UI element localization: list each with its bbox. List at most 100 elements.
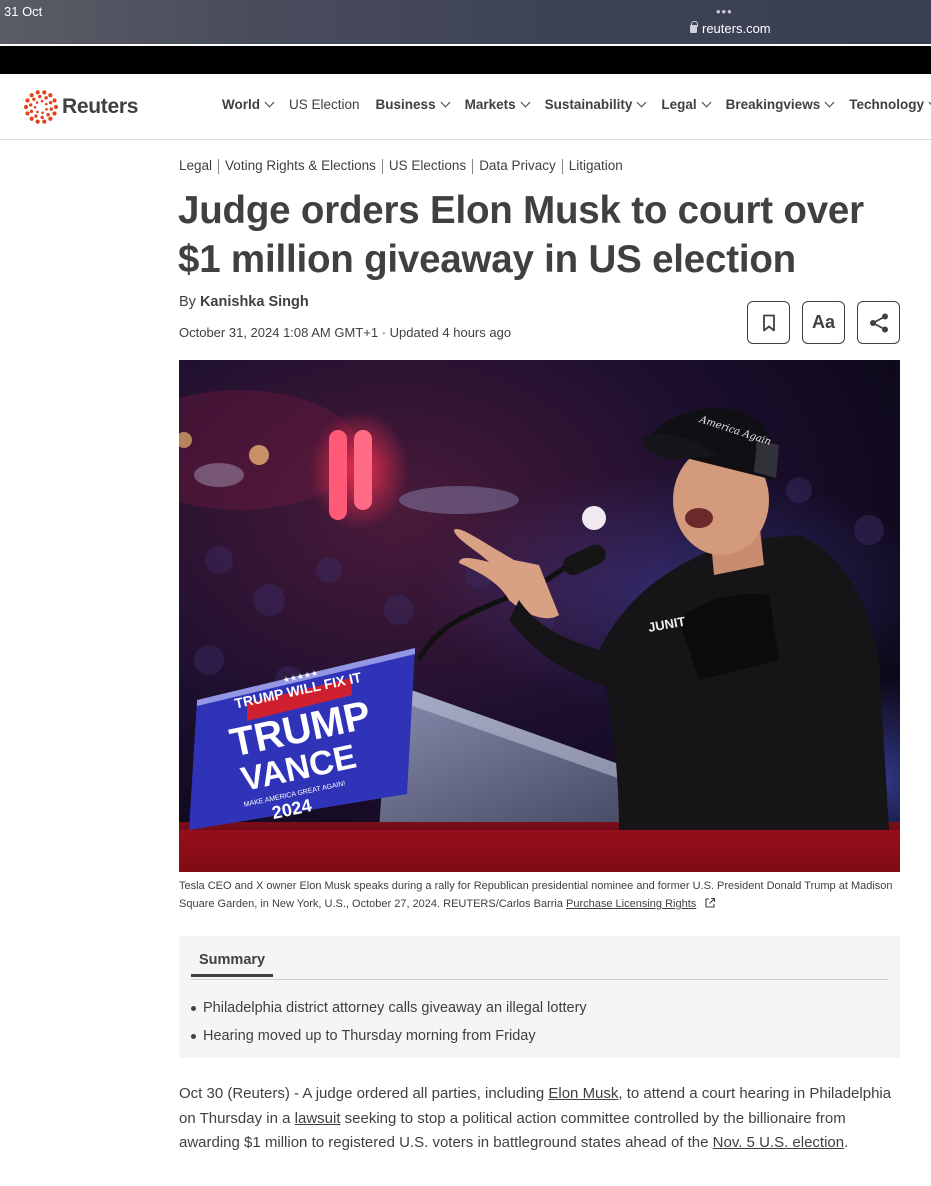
nav-item-business[interactable]: Business xyxy=(375,97,451,112)
logo-dot xyxy=(35,101,39,104)
byline-prefix: By xyxy=(179,294,200,310)
nav-item-label: World xyxy=(222,97,260,112)
nav-item-label: Markets xyxy=(464,97,516,112)
logo-dot xyxy=(48,100,53,105)
lock-icon xyxy=(690,21,698,33)
elon-musk-link[interactable]: Elon Musk xyxy=(548,1085,618,1102)
tab-overview-dots[interactable]: ••• xyxy=(716,4,733,19)
breadcrumb-separator xyxy=(218,159,220,174)
nav-item-us-election[interactable]: US Election xyxy=(289,97,360,112)
page-title: Judge orders Elon Musk to court over $1 … xyxy=(178,189,864,281)
logo-dot xyxy=(44,96,48,100)
chevron-down-icon xyxy=(701,97,712,108)
chevron-down-icon xyxy=(264,97,275,108)
summary-bullet-text: Philadelphia district attorney calls giv… xyxy=(203,1000,587,1016)
logo-dot xyxy=(38,94,42,99)
logo-dot xyxy=(42,90,47,95)
nav-item-sustainability[interactable]: Sustainability xyxy=(544,97,647,112)
address-url: reuters.com xyxy=(702,21,771,36)
breadcrumb-separator xyxy=(472,159,474,174)
logo-dot xyxy=(46,113,50,117)
breadcrumb-link[interactable]: Litigation xyxy=(569,158,628,174)
musk-rally-photo: TRUMP WILL FIX IT ★★★★★ TRUMP VANCE MAKE… xyxy=(179,360,900,872)
nav-item-label: Sustainability xyxy=(544,97,633,112)
author-link[interactable]: Kanishka Singh xyxy=(200,294,309,310)
summary-bullet-text: Hearing moved up to Thursday morning fro… xyxy=(203,1028,536,1044)
reuters-logo-icon xyxy=(24,90,58,124)
lawsuit-link[interactable]: lawsuit xyxy=(295,1110,341,1127)
nav-item-breakingviews[interactable]: Breakingviews xyxy=(725,97,835,112)
main-nav: World US Election Business Markets Sustainab… xyxy=(222,97,931,112)
summary-list: Philadelphia district attorney calls giv… xyxy=(191,994,587,1050)
logo-dot xyxy=(52,111,57,116)
publish-date: October 31, 2024 1:08 AM GMT+1 · Updated… xyxy=(179,325,512,340)
nav-item-label: Breakingviews xyxy=(725,97,821,112)
site-header: Reuters World US Election Business Markets S… xyxy=(0,74,931,140)
logo-dot xyxy=(40,99,44,103)
breadcrumb-separator xyxy=(561,159,563,174)
share-icon xyxy=(869,313,888,332)
nav-item-label: Legal xyxy=(661,97,697,112)
bookmark-icon xyxy=(762,314,775,331)
logo-dot xyxy=(35,119,40,124)
logo-dot xyxy=(35,90,40,95)
nav-item-world[interactable]: World xyxy=(222,97,275,112)
logo-dot xyxy=(40,115,44,120)
logo-dot xyxy=(25,111,30,116)
caption-text: Tesla CEO and X owner Elon Musk speaks d… xyxy=(179,880,893,910)
summary-box: Summary Philadelphia district attorney c… xyxy=(179,936,900,1058)
logo-dot xyxy=(44,102,48,106)
status-date: 31 Oct xyxy=(4,4,43,19)
breadcrumb: Legal Voting Rights & Elections US Electio… xyxy=(179,158,628,174)
nav-item-label: Business xyxy=(375,97,436,112)
bullet-dot xyxy=(191,1005,196,1011)
top-black-bar xyxy=(0,46,931,74)
logo-wordmark: Reuters xyxy=(62,95,139,118)
summary-bullet: Philadelphia district attorney calls giv… xyxy=(191,994,587,1022)
logo-dot xyxy=(41,111,44,115)
logo-dot xyxy=(25,98,30,103)
logo-dot xyxy=(33,105,37,109)
nav-item-label: Technology xyxy=(849,97,924,112)
photo-caption: Tesla CEO and X owner Elon Musk speaks d… xyxy=(179,878,899,913)
summary-divider xyxy=(191,979,888,980)
nav-item-label: US Election xyxy=(289,97,360,112)
logo-dot xyxy=(48,116,53,121)
external-link-icon xyxy=(705,897,716,908)
chevron-down-icon xyxy=(824,97,835,108)
logo-dot xyxy=(52,98,57,103)
address-bar[interactable]: reuters.com xyxy=(690,21,771,36)
breadcrumb-link[interactable]: Data Privacy xyxy=(479,158,561,174)
text-size-button[interactable]: Aa xyxy=(802,301,845,344)
chevron-down-icon xyxy=(636,97,647,108)
paragraph-text: . xyxy=(844,1134,849,1151)
bookmark-button[interactable] xyxy=(747,301,790,344)
nav-item-legal[interactable]: Legal xyxy=(661,97,712,112)
logo-dot xyxy=(45,108,48,111)
share-button[interactable] xyxy=(857,301,900,344)
logo-dot xyxy=(29,109,34,114)
chevron-down-icon xyxy=(440,97,451,108)
breadcrumb-link[interactable]: Voting Rights & Elections xyxy=(225,158,381,174)
breadcrumb-separator xyxy=(381,159,383,174)
text-size-label: Aa xyxy=(811,312,835,332)
breadcrumb-link[interactable]: US Elections xyxy=(389,158,471,174)
article-paragraph: Oct 30 (Reuters) - A judge ordered all p… xyxy=(179,1082,899,1156)
logo-dot xyxy=(53,104,58,110)
nav-item-technology[interactable]: Technology xyxy=(849,97,931,112)
election-link[interactable]: Nov. 5 U.S. election xyxy=(713,1134,844,1151)
paragraph-text: Oct 30 (Reuters) - A judge ordered all p… xyxy=(179,1085,549,1102)
nav-item-markets[interactable]: Markets xyxy=(464,97,531,112)
licensing-link[interactable]: Purchase Licensing Rights xyxy=(566,898,696,910)
hero-photo[interactable]: TRUMP WILL FIX IT ★★★★★ TRUMP VANCE MAKE… xyxy=(179,360,900,872)
bullet-dot xyxy=(191,1033,196,1039)
chevron-down-icon xyxy=(520,97,531,108)
byline: By Kanishka Singh xyxy=(179,294,309,310)
logo-dot xyxy=(49,107,53,111)
summary-tab[interactable]: Summary xyxy=(191,948,274,977)
logo-dot xyxy=(29,103,33,107)
logo-dot xyxy=(29,116,34,121)
breadcrumb-link[interactable]: Legal xyxy=(179,158,217,174)
reuters-logo[interactable]: Reuters xyxy=(24,90,138,124)
logo-dot xyxy=(42,119,47,124)
